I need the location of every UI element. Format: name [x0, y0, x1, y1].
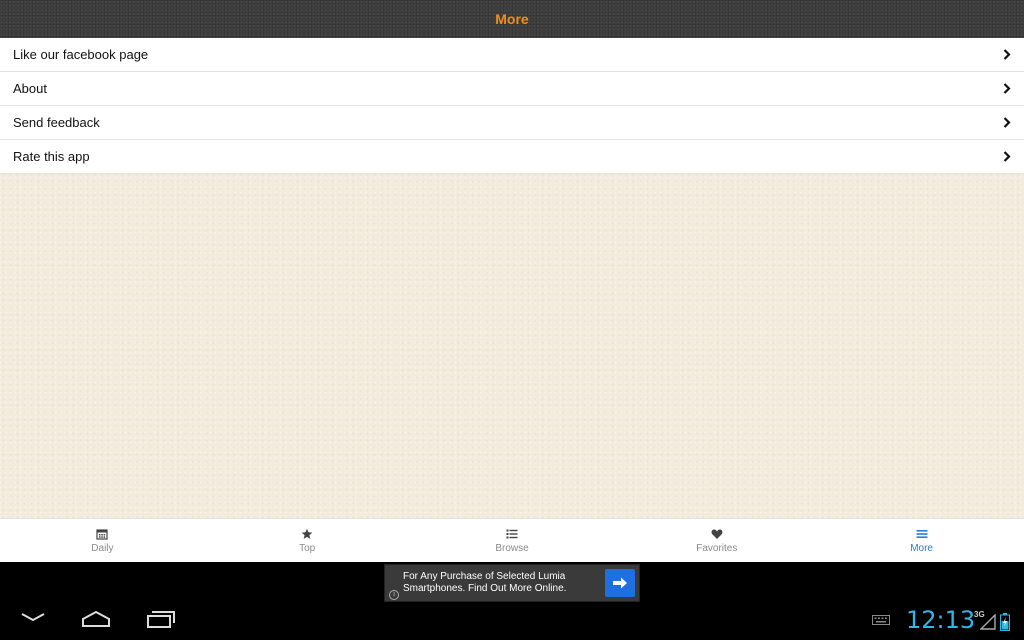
menu-list: Like our facebook page About Send feedba… — [0, 38, 1024, 174]
signal-icon — [979, 613, 996, 635]
heart-icon — [710, 527, 724, 541]
page-title: More — [495, 11, 529, 27]
menu-item-label: About — [13, 81, 47, 96]
recent-apps-button[interactable] — [146, 610, 176, 628]
tab-browse[interactable]: Browse — [410, 519, 615, 562]
content-area: Like our facebook page About Send feedba… — [0, 38, 1024, 518]
tab-label: Daily — [91, 543, 114, 554]
list-icon — [505, 527, 519, 541]
back-button[interactable] — [18, 610, 48, 624]
recent-apps-icon — [147, 611, 175, 628]
tab-top[interactable]: Top — [205, 519, 410, 562]
clock: 12:13 — [906, 606, 976, 634]
chevron-right-icon — [1000, 48, 1014, 62]
menu-item-facebook[interactable]: Like our facebook page — [0, 38, 1024, 72]
menu-item-label: Send feedback — [13, 115, 100, 130]
back-icon — [21, 613, 45, 622]
arrow-right-icon[interactable] — [605, 569, 635, 597]
tab-label: Browse — [495, 543, 529, 554]
chevron-right-icon — [1000, 116, 1014, 130]
menu-icon — [915, 527, 929, 541]
bottom-tab-bar: Daily Top Browse Favorites More — [0, 518, 1024, 562]
battery-icon — [1000, 613, 1010, 636]
keyboard-icon — [872, 612, 890, 630]
action-bar: More — [0, 0, 1024, 39]
menu-item-label: Like our facebook page — [13, 47, 149, 62]
tab-label: Favorites — [696, 543, 738, 554]
info-icon[interactable]: i — [389, 590, 399, 600]
chevron-right-icon — [1000, 150, 1014, 164]
calendar-icon — [95, 527, 109, 541]
tab-daily[interactable]: Daily — [0, 519, 205, 562]
ad-banner[interactable]: For Any Purchase of Selected Lumia Smart… — [384, 564, 640, 602]
tab-more[interactable]: More — [819, 519, 1024, 562]
home-icon — [82, 610, 110, 627]
menu-item-about[interactable]: About — [0, 72, 1024, 106]
tab-label: Top — [299, 543, 316, 554]
home-button[interactable] — [80, 610, 112, 628]
menu-item-label: Rate this app — [13, 149, 90, 164]
menu-item-rate-app[interactable]: Rate this app — [0, 140, 1024, 174]
chevron-right-icon — [1000, 82, 1014, 96]
star-icon — [300, 527, 314, 541]
ad-text: For Any Purchase of Selected Lumia Smart… — [403, 571, 567, 594]
tab-label: More — [910, 543, 933, 554]
tab-favorites[interactable]: Favorites — [614, 519, 819, 562]
system-bar: For Any Purchase of Selected Lumia Smart… — [0, 562, 1024, 640]
status-icons — [872, 612, 890, 630]
menu-item-send-feedback[interactable]: Send feedback — [0, 106, 1024, 140]
